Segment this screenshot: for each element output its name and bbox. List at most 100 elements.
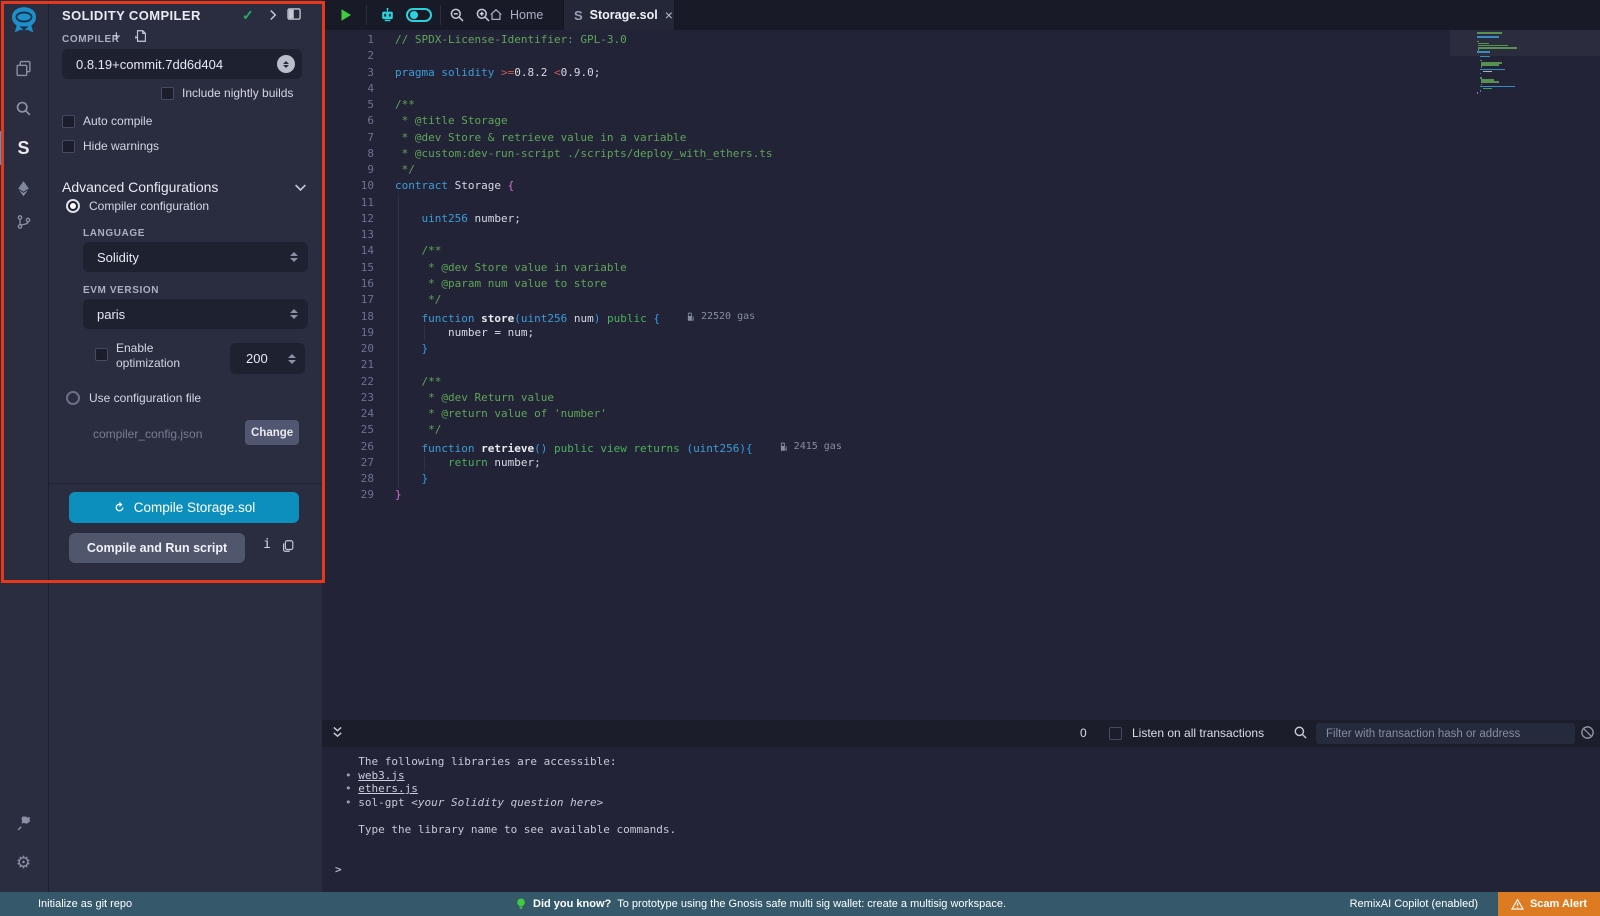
hide-warnings-label: Hide warnings: [83, 139, 159, 153]
ai-robot-icon[interactable]: [372, 0, 402, 30]
runs-stepper[interactable]: [288, 354, 296, 364]
language-select[interactable]: Solidity: [83, 242, 308, 272]
add-compiler-icon[interactable]: +: [112, 28, 121, 45]
terminal-prompt[interactable]: >: [335, 863, 342, 876]
code-text: }: [395, 487, 402, 503]
run-script-play-icon[interactable]: [332, 0, 360, 30]
code-line[interactable]: 3pragma solidity >=0.8.2 <0.9.0;: [322, 65, 1600, 81]
pin-panel-icon[interactable]: [287, 8, 302, 21]
change-config-button[interactable]: Change: [245, 420, 299, 445]
compile-button[interactable]: Compile Storage.sol: [69, 492, 299, 523]
listen-transactions-checkbox[interactable]: [1109, 727, 1122, 740]
chevron-right-icon[interactable]: [267, 9, 279, 21]
library-link[interactable]: ethers.js: [358, 782, 418, 795]
tab-home[interactable]: Home: [483, 0, 549, 30]
listen-transactions-label: Listen on all transactions: [1132, 726, 1264, 740]
code-line[interactable]: 15 * @dev Store value in variable: [322, 260, 1600, 276]
compiler-section-label: COMPILER: [62, 34, 120, 45]
terminal-search-icon[interactable]: [1293, 725, 1308, 740]
solidity-compiler-icon[interactable]: S: [0, 131, 47, 165]
code-text: // SPDX-License-Identifier: GPL-3.0: [395, 32, 627, 48]
use-config-file-radio[interactable]: [66, 391, 80, 405]
line-number: 5: [322, 97, 374, 113]
code-line[interactable]: 4: [322, 81, 1600, 97]
line-number: 11: [322, 195, 374, 211]
code-line[interactable]: 13: [322, 227, 1600, 243]
minimap[interactable]: [1477, 32, 1587, 104]
copy-icon[interactable]: [281, 539, 295, 553]
code-line[interactable]: 19 number = num;: [322, 325, 1600, 341]
tip-title: Did you know?: [533, 898, 611, 910]
code-line[interactable]: 14 /**: [322, 243, 1600, 259]
optimization-runs-input[interactable]: 200: [230, 343, 305, 374]
lightbulb-icon: [515, 897, 527, 911]
info-icon[interactable]: i: [259, 537, 275, 557]
terminal-line: • ethers.js: [345, 782, 676, 796]
code-line[interactable]: 28 }: [322, 471, 1600, 487]
copilot-status[interactable]: RemixAI Copilot (enabled): [1350, 892, 1478, 916]
compiler-version-select[interactable]: 0.8.19+commit.7dd6d404: [62, 49, 302, 79]
evm-version-select[interactable]: paris: [83, 299, 308, 329]
code-line[interactable]: 12 uint256 number;: [322, 211, 1600, 227]
file-explorer-icon[interactable]: [0, 51, 47, 85]
code-line[interactable]: 9 */: [322, 162, 1600, 178]
collapse-terminal-icon[interactable]: [332, 726, 343, 739]
terminal[interactable]: The following libraries are accessible:•…: [322, 747, 1600, 892]
code-line[interactable]: 20 }: [322, 341, 1600, 357]
hide-warnings-checkbox[interactable]: [62, 140, 75, 153]
open-file-icon[interactable]: [134, 29, 148, 43]
settings-gear-icon[interactable]: ⚙: [0, 845, 47, 879]
compiler-configuration-radio[interactable]: [66, 199, 80, 213]
code-line[interactable]: 1// SPDX-License-Identifier: GPL-3.0: [322, 32, 1600, 48]
chevron-down-icon[interactable]: [294, 181, 307, 194]
code-text: */: [395, 162, 415, 178]
warning-triangle-icon: [1511, 898, 1524, 911]
version-stepper[interactable]: [277, 55, 295, 73]
code-line[interactable]: 25 */: [322, 422, 1600, 438]
code-line[interactable]: 18 function store(uint256 num) public {2…: [322, 309, 1600, 325]
deploy-run-icon[interactable]: [0, 171, 47, 205]
search-icon[interactable]: [0, 91, 47, 125]
enable-optimization-checkbox[interactable]: [95, 348, 108, 361]
code-line[interactable]: 10contract Storage {: [322, 178, 1600, 194]
close-tab-icon[interactable]: ×: [665, 8, 673, 22]
line-number: 16: [322, 276, 374, 292]
code-line[interactable]: 23 * @dev Return value: [322, 390, 1600, 406]
zoom-out-icon[interactable]: [444, 0, 470, 30]
compile-and-run-button[interactable]: Compile and Run script: [69, 533, 245, 563]
code-text: pragma solidity >=0.8.2 <0.9.0;: [395, 65, 600, 81]
toolbar-separator: [366, 5, 367, 25]
code-line[interactable]: 21: [322, 357, 1600, 373]
git-icon[interactable]: [0, 205, 47, 239]
code-line[interactable]: 5/**: [322, 97, 1600, 113]
clear-console-icon[interactable]: [1580, 725, 1595, 740]
code-line[interactable]: 2: [322, 48, 1600, 64]
init-git-repo-button[interactable]: Initialize as git repo: [38, 892, 132, 916]
code-line[interactable]: 11: [322, 195, 1600, 211]
code-line[interactable]: 6 * @title Storage: [322, 113, 1600, 129]
code-line[interactable]: 7 * @dev Store & retrieve value in a var…: [322, 130, 1600, 146]
code-text: * @return value of 'number': [395, 406, 607, 422]
line-number: 22: [322, 374, 374, 390]
library-link[interactable]: web3.js: [358, 769, 404, 782]
remix-logo-icon[interactable]: [8, 5, 40, 37]
transaction-filter-input[interactable]: [1316, 723, 1575, 744]
code-line[interactable]: 8 * @custom:dev-run-script ./scripts/dep…: [322, 146, 1600, 162]
terminal-output: The following libraries are accessible:•…: [345, 755, 676, 836]
code-line[interactable]: 17 */: [322, 292, 1600, 308]
code-line[interactable]: 16 * @param num value to store: [322, 276, 1600, 292]
code-line[interactable]: 22 /**: [322, 374, 1600, 390]
code-line[interactable]: 29}: [322, 487, 1600, 503]
plugin-manager-icon[interactable]: [0, 806, 47, 840]
code-line[interactable]: 26 function retrieve() public view retur…: [322, 439, 1600, 455]
include-nightly-checkbox[interactable]: [161, 87, 174, 100]
scam-alert-badge[interactable]: Scam Alert: [1498, 892, 1600, 916]
code-editor[interactable]: 1// SPDX-License-Identifier: GPL-3.023pr…: [322, 30, 1600, 720]
copilot-toggle[interactable]: [402, 0, 436, 30]
auto-compile-checkbox[interactable]: [62, 115, 75, 128]
advanced-configurations-title[interactable]: Advanced Configurations: [62, 179, 218, 195]
tab-storage-sol[interactable]: S Storage.sol ×: [563, 0, 675, 30]
line-number: 21: [322, 357, 374, 373]
code-line[interactable]: 24 * @return value of 'number': [322, 406, 1600, 422]
code-line[interactable]: 27 return number;: [322, 455, 1600, 471]
